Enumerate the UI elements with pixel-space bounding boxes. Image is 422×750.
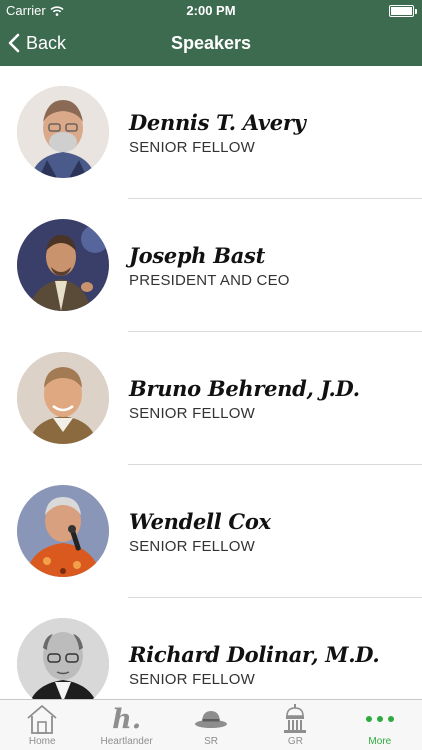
speaker-avatar xyxy=(17,219,109,311)
speaker-name: Bruno Behrend, J.D. xyxy=(129,376,360,401)
speaker-info: Richard Dolinar, M.D. SENIOR FELLOW xyxy=(129,642,380,688)
speaker-row[interactable]: Richard Dolinar, M.D. SENIOR FELLOW xyxy=(0,598,422,699)
house-icon xyxy=(25,702,59,736)
battery-icon xyxy=(389,5,417,17)
speaker-row[interactable]: Bruno Behrend, J.D. SENIOR FELLOW xyxy=(0,332,422,465)
speaker-avatar xyxy=(17,618,109,699)
speaker-avatar xyxy=(17,86,109,178)
page-title: Speakers xyxy=(170,33,252,53)
speaker-row[interactable]: Dennis T. Avery SENIOR FELLOW xyxy=(0,66,422,199)
tab-label: GR xyxy=(287,736,303,747)
speaker-name: Richard Dolinar, M.D. xyxy=(129,642,380,667)
tab-more[interactable]: More xyxy=(338,700,422,750)
speaker-title: SENIOR FELLOW xyxy=(129,139,255,156)
speaker-row[interactable]: Wendell Cox SENIOR FELLOW xyxy=(0,465,422,598)
speaker-name: Dennis T. Avery xyxy=(129,110,306,135)
tab-label: More xyxy=(368,736,392,747)
tab-gr[interactable]: GR xyxy=(253,700,337,750)
speaker-title: PRESIDENT AND CEO xyxy=(129,272,290,289)
heartlander-glyph: h. xyxy=(112,703,142,735)
status-bar: Carrier 2:00 PM xyxy=(0,0,422,22)
tab-label: SR xyxy=(204,736,218,747)
tab-label: Home xyxy=(28,736,56,747)
speaker-title: SENIOR FELLOW xyxy=(129,538,255,555)
capitol-icon xyxy=(281,702,309,736)
speaker-info: Wendell Cox SENIOR FELLOW xyxy=(129,509,271,555)
speaker-name: Wendell Cox xyxy=(129,509,271,534)
speaker-info: Dennis T. Avery SENIOR FELLOW xyxy=(129,110,306,156)
speaker-list: Dennis T. Avery SENIOR FELLOW Joseph Bas… xyxy=(0,66,422,699)
tab-heartlander[interactable]: h. Heartlander xyxy=(84,700,168,750)
tab-home[interactable]: Home xyxy=(0,700,84,750)
speaker-row[interactable]: Joseph Bast PRESIDENT AND CEO xyxy=(0,199,422,332)
speaker-title: SENIOR FELLOW xyxy=(129,405,255,422)
tab-sr[interactable]: SR xyxy=(169,700,253,750)
speaker-info: Joseph Bast PRESIDENT AND CEO xyxy=(129,243,290,289)
speaker-avatar xyxy=(17,352,109,444)
navigation-header: Carrier 2:00 PM Back Speakers xyxy=(0,0,422,66)
heartlander-h-icon: h. xyxy=(112,702,141,736)
hat-icon xyxy=(193,702,229,736)
status-time: 2:00 PM xyxy=(186,3,236,18)
speaker-avatar xyxy=(17,485,109,577)
speaker-title: SENIOR FELLOW xyxy=(129,671,255,688)
tab-bar: Home h. Heartlander SR GR More xyxy=(0,699,422,750)
nav-bar: Back Speakers xyxy=(0,22,422,66)
speaker-name: Joseph Bast xyxy=(129,243,265,268)
more-dots-icon xyxy=(365,702,395,736)
speaker-info: Bruno Behrend, J.D. SENIOR FELLOW xyxy=(129,376,360,422)
tab-label: Heartlander xyxy=(100,736,153,747)
